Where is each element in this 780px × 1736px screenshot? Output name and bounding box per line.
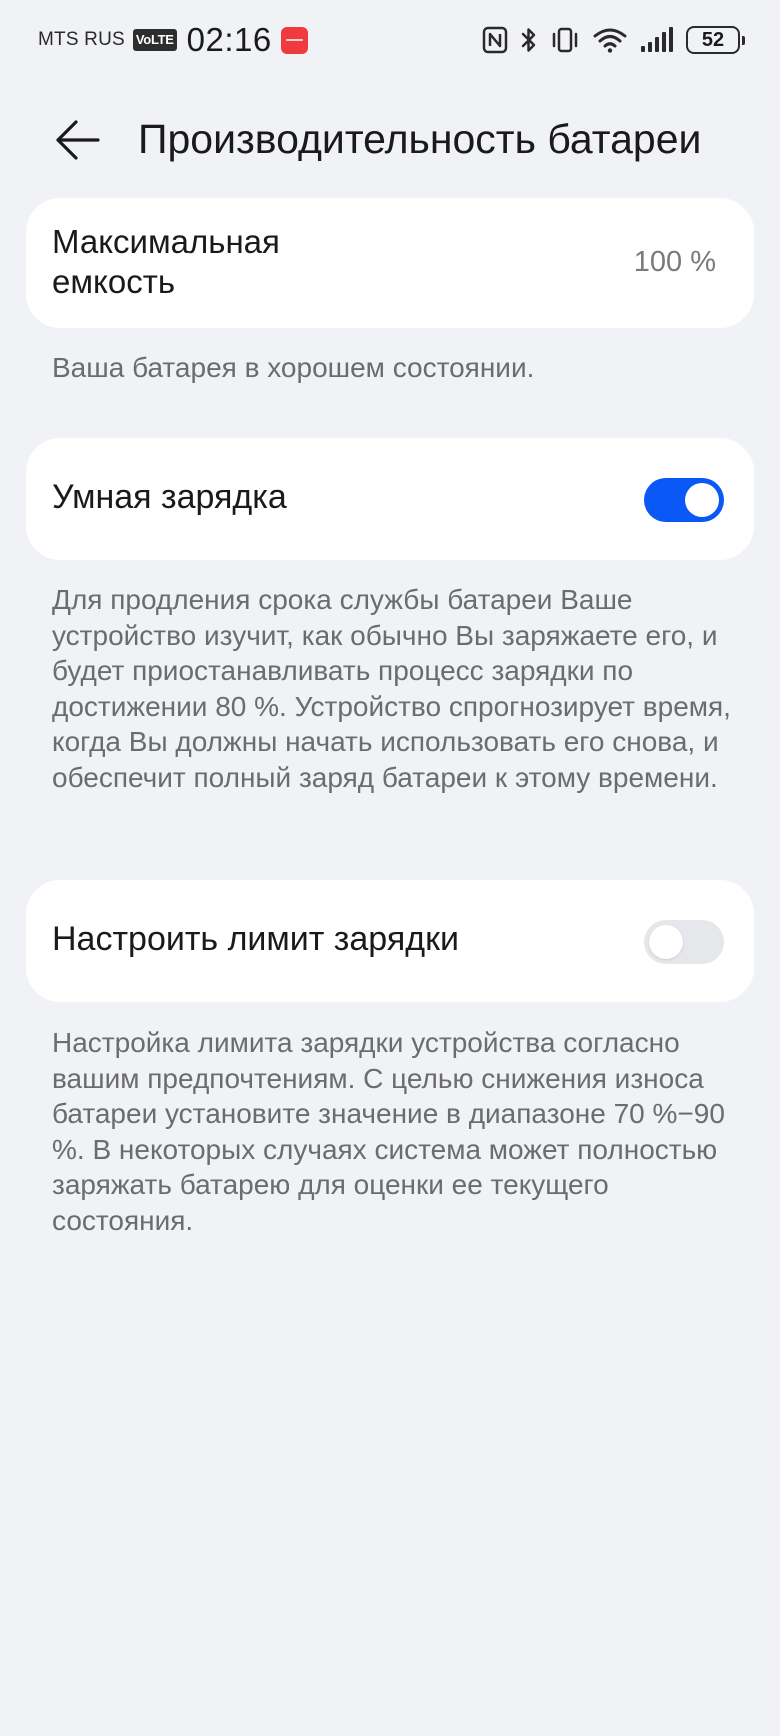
status-bar-right: 52 [482,20,745,60]
nfc-icon [482,26,508,54]
back-button[interactable] [48,114,106,166]
status-bar-left: MTS RUS VoLTE 02:16 [38,20,308,60]
smart-charging-toggle[interactable] [644,478,724,522]
charge-limit-description: Настройка лимита зарядки устройства согл… [52,1027,725,1236]
charge-limit-row[interactable]: Настроить лимит зарядки [26,880,754,1002]
max-capacity-card: Максимальная емкость 100 % [26,198,754,328]
battery-level: 52 [701,28,725,51]
max-capacity-value: 100 % [633,246,716,278]
carrier-name: MTS RUS [38,29,125,50]
bluetooth-icon [520,26,538,54]
battery-icon: 52 [686,26,745,54]
clock: 02:16 [186,21,272,58]
smart-charging-label: Умная зарядка [52,478,287,516]
smart-charging-row[interactable]: Умная зарядка [26,438,754,560]
status-bar: MTS RUS VoLTE 02:16 52 [0,0,780,80]
charge-limit-label: Настроить лимит зарядки [52,920,459,958]
wifi-icon [592,26,628,54]
vibrate-icon [550,26,580,54]
toggle-knob [649,925,683,959]
arrow-left-icon [56,120,100,160]
huawei-appgallery-icon [280,26,308,54]
smart-charging-description: Для продления срока службы батареи Ваше … [52,584,731,793]
page-header: Производительность батареи [0,100,780,180]
battery-health-text: Ваша батарея в хорошем состоянии. [52,352,535,383]
toggle-knob [685,483,719,517]
charge-limit-toggle[interactable] [644,920,724,964]
signal-icon [640,26,674,54]
max-capacity-label: Максимальная емкость [52,223,280,300]
volte-badge: VoLTE [132,29,177,51]
page-title: Производительность батареи [138,116,702,162]
